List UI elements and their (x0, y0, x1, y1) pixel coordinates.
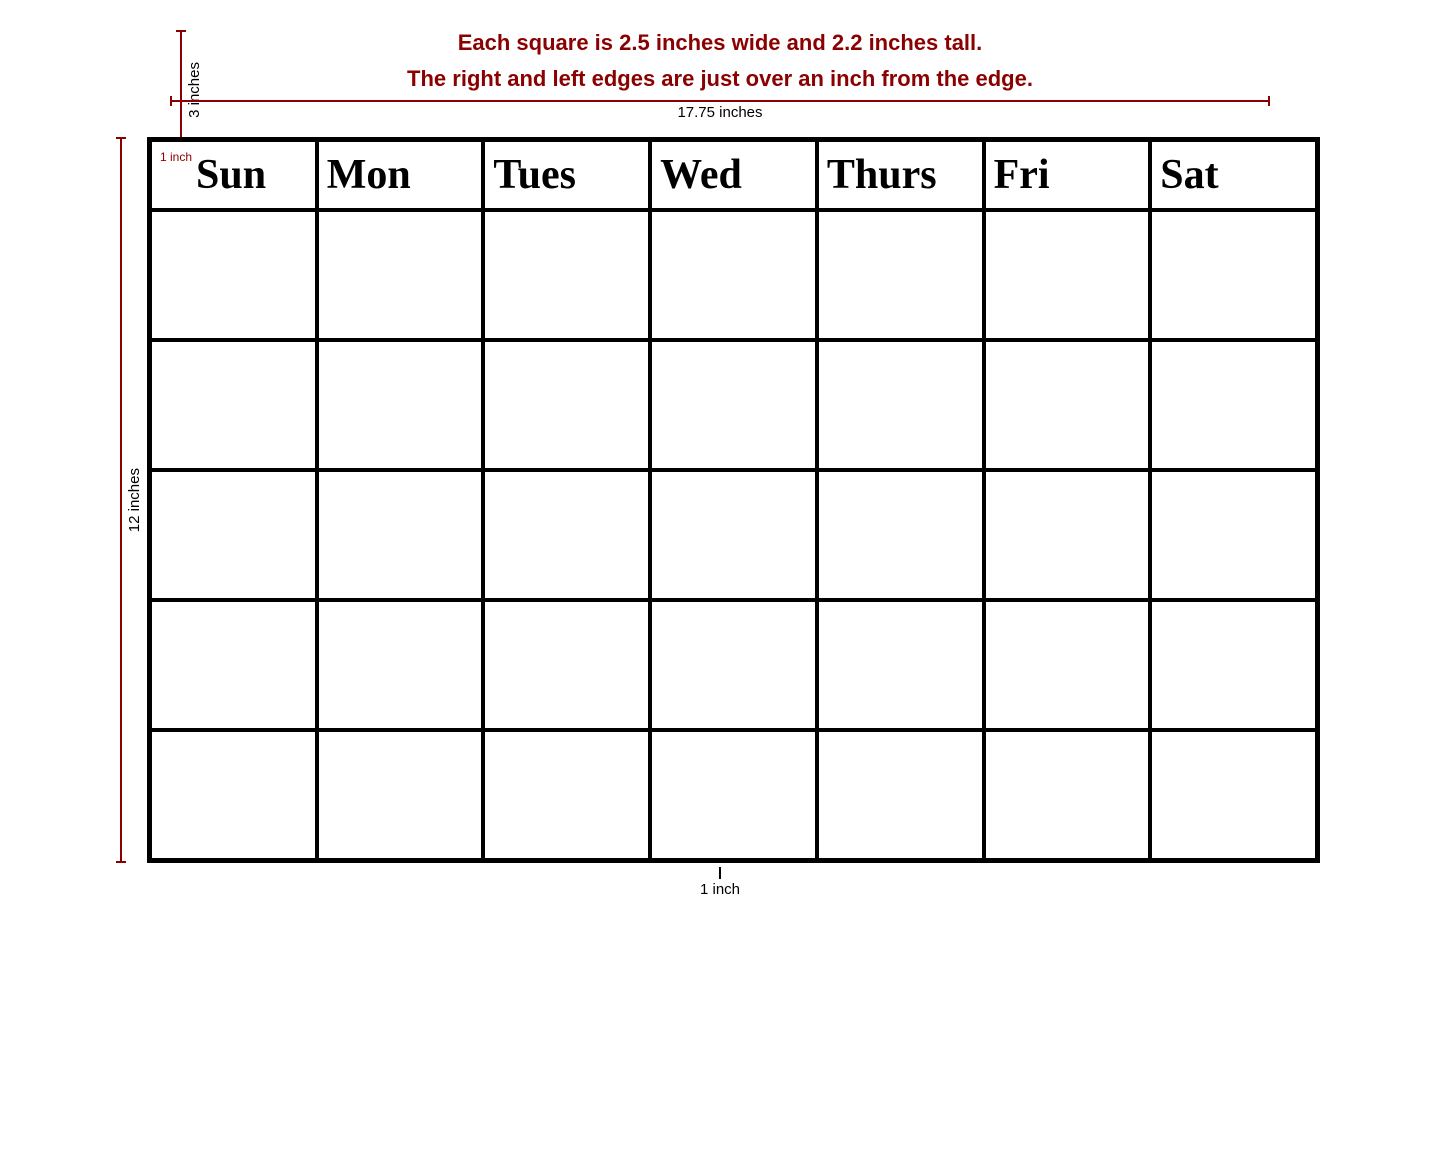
cell-row2-sat (1150, 340, 1317, 470)
day-label-wed: Wed (660, 151, 742, 199)
left-vertical-line (120, 137, 122, 863)
horizontal-label: 17.75 inches (677, 104, 762, 121)
cell-row1-fri (984, 210, 1151, 340)
inch-label: 1 inch (160, 148, 192, 164)
cell-row1-tues (483, 210, 650, 340)
bottom-tick-container: 1 inch (700, 867, 740, 898)
day-label-tues: Tues (493, 151, 576, 199)
cell-row2-wed (650, 340, 817, 470)
cell-row5-sat (1150, 730, 1317, 860)
bottom-tick-mark (719, 867, 721, 879)
cell-row1-thurs (817, 210, 984, 340)
cell-row1-sun (150, 210, 317, 340)
cell-row3-thurs (817, 470, 984, 600)
cell-row5-wed (650, 730, 817, 860)
page-container: 3 inches Each square is 2.5 inches wide … (0, 0, 1440, 1152)
header-sun: 1 inch Sun (150, 140, 317, 210)
cell-row4-fri (984, 600, 1151, 730)
cell-row5-mon (317, 730, 484, 860)
calendar-wrapper: 12 inches 1 inch Sun Mon Tues Wed Thurs … (120, 137, 1320, 863)
cell-row4-sat (1150, 600, 1317, 730)
horizontal-annotation: 17.75 inches (170, 100, 1270, 121)
cell-row3-fri (984, 470, 1151, 600)
left-vertical-annotation: 12 inches (120, 137, 143, 863)
cell-row2-tues (483, 340, 650, 470)
horizontal-line (170, 100, 1270, 102)
day-label-thurs: Thurs (827, 151, 937, 199)
cell-row5-tues (483, 730, 650, 860)
header-line1: Each square is 2.5 inches wide and 2.2 i… (407, 30, 1033, 56)
cell-row4-tues (483, 600, 650, 730)
cell-row1-sat (1150, 210, 1317, 340)
cell-row5-sun (150, 730, 317, 860)
top-annotation: 3 inches Each square is 2.5 inches wide … (120, 30, 1320, 127)
header-tues: Tues (483, 140, 650, 210)
cell-row4-sun (150, 600, 317, 730)
header-line2: The right and left edges are just over a… (407, 66, 1033, 92)
cell-row2-fri (984, 340, 1151, 470)
header-mon: Mon (317, 140, 484, 210)
cell-row2-sun (150, 340, 317, 470)
day-label-sun: Sun (196, 151, 266, 199)
cell-row3-sat (1150, 470, 1317, 600)
cell-row1-mon (317, 210, 484, 340)
cell-row2-thurs (817, 340, 984, 470)
cell-row4-mon (317, 600, 484, 730)
day-label-fri: Fri (994, 151, 1050, 199)
cell-row2-mon (317, 340, 484, 470)
cell-row5-thurs (817, 730, 984, 860)
cell-row4-thurs (817, 600, 984, 730)
top-vertical-annotation: 3 inches (180, 30, 203, 150)
cell-row1-wed (650, 210, 817, 340)
cell-row3-mon (317, 470, 484, 600)
left-vertical-label: 12 inches (126, 468, 143, 532)
calendar-grid: 1 inch Sun Mon Tues Wed Thurs Fri Sat (147, 137, 1320, 863)
top-text-block: Each square is 2.5 inches wide and 2.2 i… (407, 30, 1033, 92)
day-label-mon: Mon (327, 151, 411, 199)
cell-row3-wed (650, 470, 817, 600)
header-thurs: Thurs (817, 140, 984, 210)
header-sat: Sat (1150, 140, 1317, 210)
top-vertical-line (180, 30, 182, 150)
cell-row3-sun (150, 470, 317, 600)
header-wed: Wed (650, 140, 817, 210)
cell-row5-fri (984, 730, 1151, 860)
bottom-label: 1 inch (700, 881, 740, 898)
cell-row3-tues (483, 470, 650, 600)
day-label-sat: Sat (1160, 151, 1218, 199)
header-fri: Fri (984, 140, 1151, 210)
horiz-line-container (170, 100, 1270, 102)
cell-row4-wed (650, 600, 817, 730)
